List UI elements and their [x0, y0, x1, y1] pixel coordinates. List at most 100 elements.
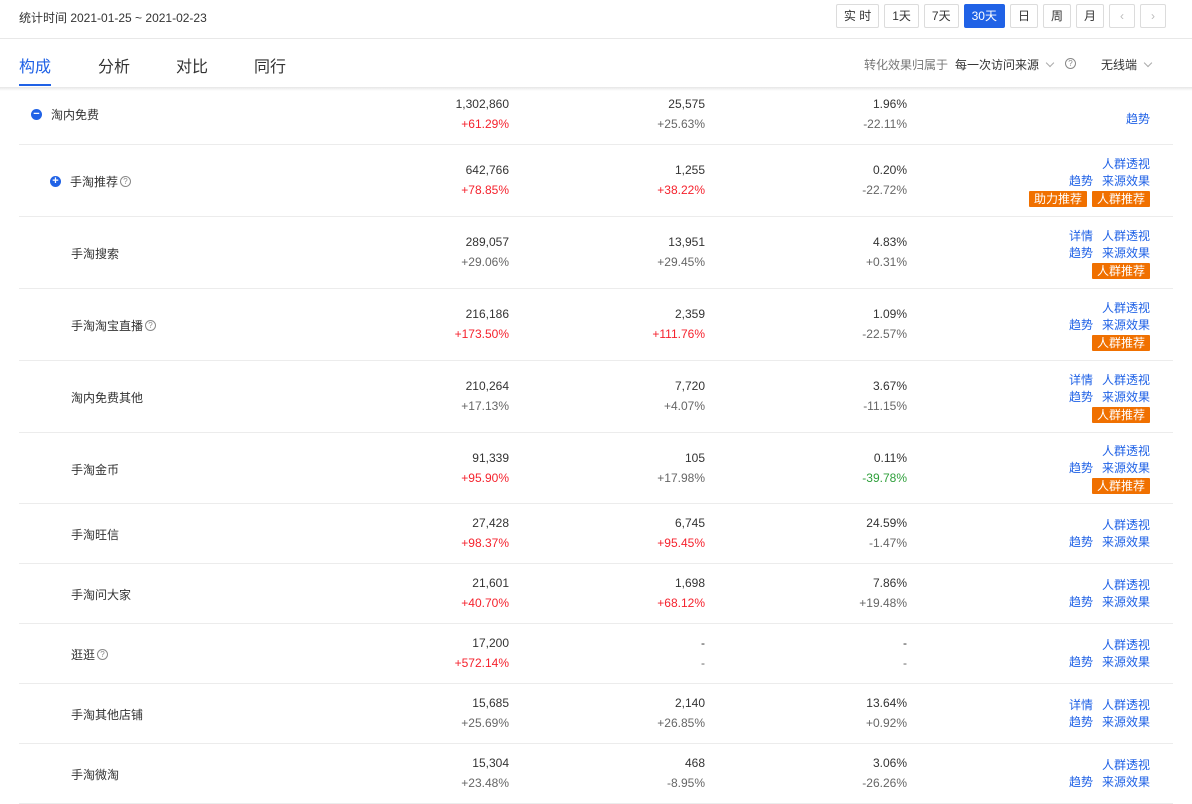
divider: [0, 38, 1192, 39]
metric-value: 91,339: [472, 450, 509, 465]
action-link[interactable]: 来源效果: [1102, 595, 1150, 609]
action-link[interactable]: 人群透视: [1102, 229, 1150, 243]
tab-analysis[interactable]: 分析: [98, 53, 130, 77]
period-1day-button[interactable]: 1天: [884, 4, 919, 28]
action-link[interactable]: 来源效果: [1102, 655, 1150, 669]
tab-compare[interactable]: 对比: [176, 53, 208, 77]
action-link[interactable]: 趋势: [1069, 535, 1093, 549]
action-link[interactable]: 人群透视: [1102, 301, 1150, 315]
action-link[interactable]: 趋势: [1069, 715, 1093, 729]
row-actions: 人群透视 趋势 来源效果: [1060, 577, 1150, 611]
action-link[interactable]: 趋势: [1069, 461, 1093, 475]
metric-value: 4.83%: [872, 235, 907, 249]
recommend-badge[interactable]: 助力推荐: [1028, 190, 1087, 207]
action-link[interactable]: 来源效果: [1102, 246, 1150, 260]
period-realtime-button[interactable]: 实 时: [835, 4, 880, 28]
recommend-badge[interactable]: 人群推荐: [1091, 478, 1150, 494]
help-icon[interactable]: ?: [97, 649, 109, 660]
recommend-badge[interactable]: 人群推荐: [1091, 334, 1150, 351]
source-name-label: 手淘旺信: [71, 528, 120, 542]
metric-cell: 210,264 +17.13%: [461, 376, 509, 416]
action-link[interactable]: 趋势: [1069, 595, 1093, 609]
action-line: 详情 人群透视: [1060, 228, 1150, 245]
action-link[interactable]: 人群透视: [1102, 638, 1150, 652]
metric-change: +572.14%: [454, 656, 509, 670]
metric-value: 25,575: [668, 97, 705, 111]
metric-value: 1,698: [674, 576, 705, 590]
attribution-value: 每一次访问来源: [955, 58, 1040, 72]
source-name-label: 淘内免费: [51, 108, 100, 122]
action-link[interactable]: 来源效果: [1102, 390, 1150, 404]
recommend-badge[interactable]: 人群推荐: [1091, 190, 1150, 207]
help-icon[interactable]: ?: [1065, 58, 1076, 69]
metric-value: 1,255: [674, 163, 705, 177]
action-link[interactable]: 来源效果: [1102, 715, 1150, 729]
help-icon[interactable]: ?: [145, 320, 157, 331]
action-link[interactable]: 详情: [1069, 373, 1093, 387]
help-icon[interactable]: ?: [120, 176, 132, 187]
action-link[interactable]: 趋势: [1069, 775, 1093, 789]
row-actions: 人群透视 趋势 来源效果人群推荐: [1060, 443, 1150, 494]
metric-change: +29.06%: [461, 255, 509, 269]
metric-change: +68.12%: [657, 596, 705, 610]
metric-cell: 642,766 +78.85%: [461, 160, 509, 200]
action-link[interactable]: 来源效果: [1102, 775, 1150, 789]
tab-composition[interactable]: 构成: [19, 53, 51, 77]
metric-value: 1.09%: [872, 307, 907, 321]
metric-change: +4.07%: [663, 399, 705, 413]
action-link[interactable]: 人群透视: [1102, 578, 1150, 592]
source-table: − 淘内免费 1,302,860 +61.29% 25,575 +25.63% 1.96% -…: [19, 90, 1173, 804]
table-row: 手淘淘宝直播? 216,186 +173.50% 2,359 +111.76% 1.09%…: [19, 289, 1173, 361]
period-7day-button[interactable]: 7天: [923, 4, 959, 28]
metric-change: -: [701, 656, 705, 670]
metric-value: 210,264: [465, 379, 509, 393]
period-30day-button[interactable]: 30天: [963, 4, 1005, 28]
metric-change: +17.13%: [461, 399, 509, 413]
action-link[interactable]: 人群透视: [1102, 157, 1150, 171]
metric-cell: 3.06% -26.26%: [862, 753, 907, 793]
action-link[interactable]: 趋势: [1069, 174, 1093, 188]
metric-change: -8.95%: [666, 776, 705, 790]
next-period-chevron-icon[interactable]: ›: [1140, 4, 1166, 28]
stat-time: 统计时间 2021-01-25 ~ 2021-02-23: [19, 11, 207, 25]
prev-period-chevron-icon[interactable]: ‹: [1109, 4, 1135, 28]
action-link[interactable]: 来源效果: [1102, 535, 1150, 549]
action-link[interactable]: 趋势: [1069, 318, 1093, 332]
action-link[interactable]: 人群透视: [1102, 518, 1150, 532]
metric-cell: 21,601 +40.70%: [461, 573, 509, 613]
action-line: 趋势 来源效果: [1060, 534, 1150, 551]
action-link[interactable]: 来源效果: [1102, 461, 1150, 475]
action-link[interactable]: 人群透视: [1102, 698, 1150, 712]
action-link[interactable]: 详情: [1069, 698, 1093, 712]
attribution-select[interactable]: 每一次访问来源: [955, 56, 1055, 73]
tab-peers[interactable]: 同行: [254, 53, 286, 77]
active-tab-indicator: [19, 84, 51, 86]
action-link[interactable]: 详情: [1069, 229, 1093, 243]
expand-icon[interactable]: +: [50, 176, 61, 187]
action-link[interactable]: 趋势: [1069, 246, 1093, 260]
metric-value: 0.20%: [872, 163, 907, 177]
action-link[interactable]: 来源效果: [1102, 318, 1150, 332]
chevron-down-icon: [1143, 58, 1153, 68]
collapse-icon[interactable]: −: [31, 109, 42, 120]
period-month-button[interactable]: 月: [1075, 4, 1104, 28]
action-link[interactable]: 趋势: [1069, 390, 1093, 404]
metric-value: 24.59%: [866, 516, 907, 530]
action-link[interactable]: 人群透视: [1102, 444, 1150, 458]
period-day-button[interactable]: 日: [1009, 4, 1038, 28]
action-link[interactable]: 人群透视: [1102, 758, 1150, 772]
metric-cell: 3.67% -11.15%: [863, 376, 907, 416]
action-link[interactable]: 趋势: [1069, 655, 1093, 669]
action-line: 人群透视: [1060, 300, 1150, 317]
table-row: 淘内免费其他 210,264 +17.13% 7,720 +4.07% 3.67% -11.…: [19, 361, 1173, 433]
period-week-button[interactable]: 周: [1042, 4, 1071, 28]
badge-group: 人群推荐: [1060, 406, 1150, 423]
recommend-badge[interactable]: 人群推荐: [1091, 262, 1150, 279]
device-select[interactable]: 无线端: [1101, 56, 1153, 73]
action-link[interactable]: 趋势: [1126, 112, 1150, 126]
recommend-badge[interactable]: 人群推荐: [1091, 406, 1150, 423]
action-link[interactable]: 人群透视: [1102, 373, 1150, 387]
metric-cell: 1.09% -22.57%: [862, 304, 907, 344]
action-link[interactable]: 来源效果: [1102, 174, 1150, 188]
metric-cell: 1,698 +68.12%: [657, 573, 705, 613]
